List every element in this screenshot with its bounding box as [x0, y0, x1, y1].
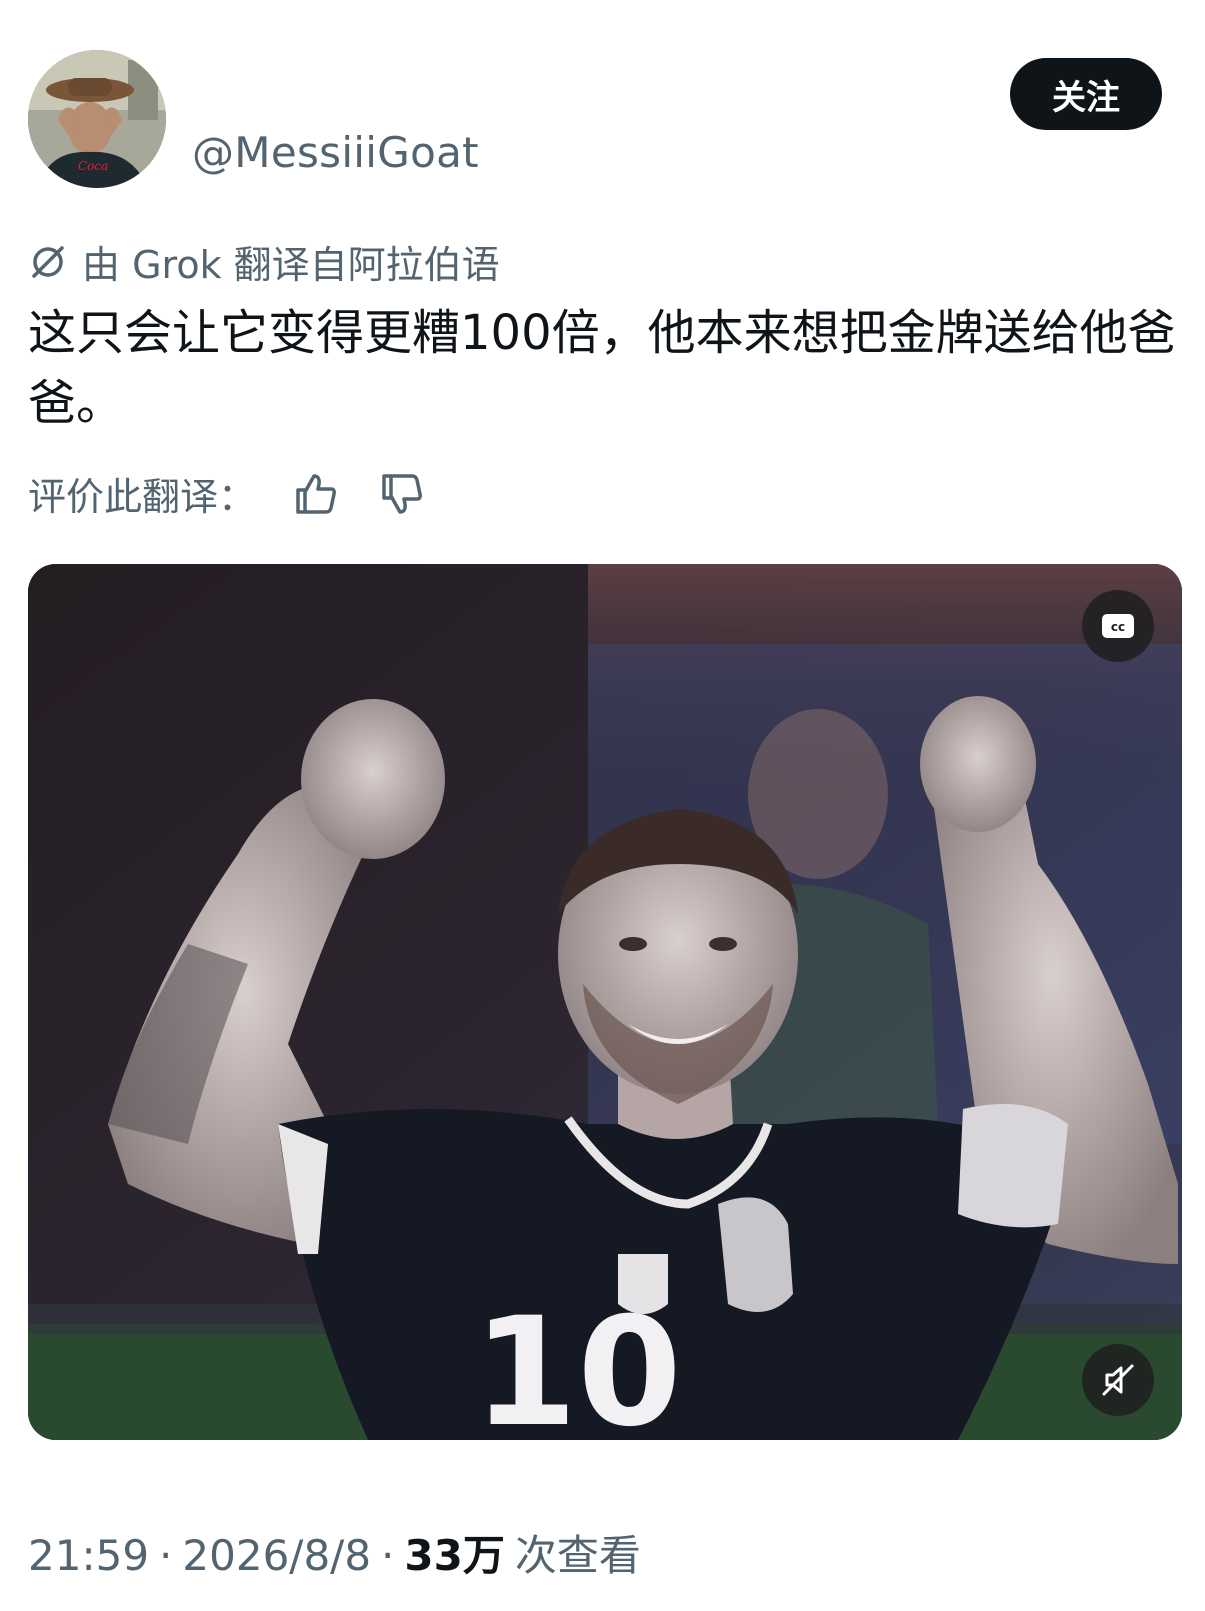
- avatar-photo: Coca: [28, 50, 166, 188]
- tweet-time[interactable]: 21:59: [28, 1531, 149, 1580]
- views-count[interactable]: 33万: [404, 1522, 504, 1583]
- video-frame: 10: [28, 564, 1182, 1440]
- svg-text:Coca: Coca: [78, 159, 108, 173]
- meta-separator: ·: [381, 1531, 395, 1580]
- thumbs-down-icon[interactable]: [378, 470, 426, 518]
- mute-toggle-button[interactable]: [1082, 1344, 1154, 1416]
- tweet-meta: 21:59 · 2026/8/8 · 33万 次查看: [28, 1522, 641, 1583]
- translation-source-label: 由 Grok 翻译自阿拉伯语: [82, 243, 500, 287]
- meta-separator: ·: [159, 1531, 173, 1580]
- rate-translation: 评价此翻译：: [28, 466, 426, 521]
- cc-icon: cc: [1102, 614, 1134, 638]
- tweet-detail: Coca @MessiiiGoat 关注 由 Grok 翻译自阿拉伯语 这只会让…: [0, 0, 1205, 1611]
- views-label: 次查看: [514, 1531, 641, 1580]
- svg-text:cc: cc: [1111, 620, 1125, 634]
- author-avatar[interactable]: Coca: [28, 50, 166, 188]
- follow-button[interactable]: 关注: [1010, 58, 1162, 130]
- author-handle[interactable]: @MessiiiGoat: [192, 128, 479, 177]
- translation-source: 由 Grok 翻译自阿拉伯语: [28, 234, 500, 289]
- captions-button[interactable]: cc: [1082, 590, 1154, 662]
- muted-speaker-icon: [1102, 1364, 1134, 1396]
- jersey-number: 10: [473, 1286, 682, 1440]
- thumbs-up-icon[interactable]: [292, 470, 340, 518]
- tweet-text: 这只会让它变得更糟100倍，他本来想把金牌送给他爸爸。: [28, 305, 1176, 431]
- rate-translation-label: 评价此翻译：: [28, 475, 257, 519]
- tweet-date[interactable]: 2026/8/8: [182, 1531, 371, 1580]
- translate-icon: [32, 245, 64, 278]
- video-player[interactable]: 10 cc: [28, 564, 1182, 1440]
